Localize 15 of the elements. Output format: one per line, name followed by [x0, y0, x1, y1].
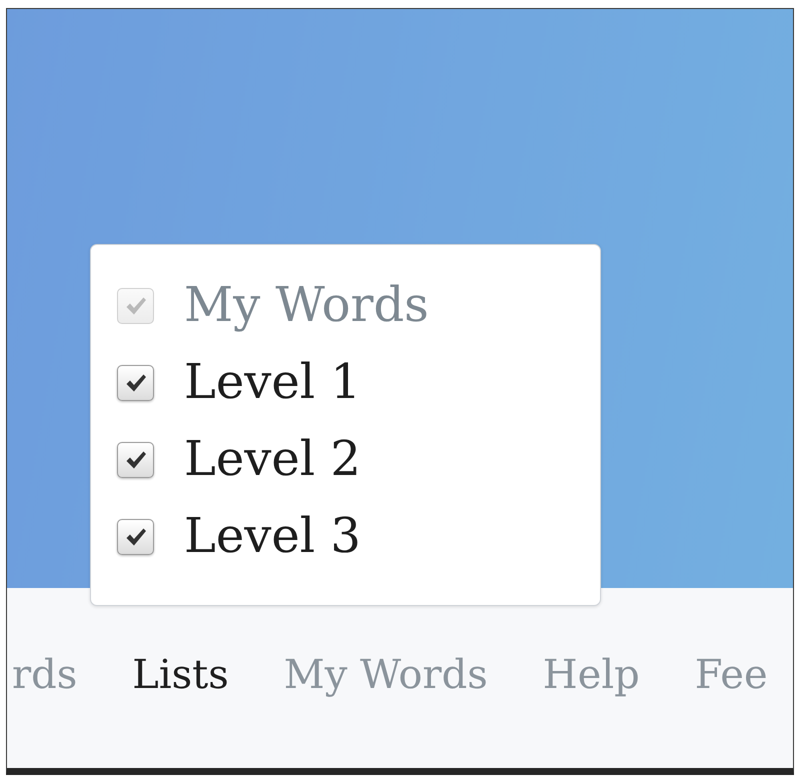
- checkmark-icon: [124, 372, 146, 392]
- checkbox[interactable]: [117, 364, 154, 400]
- checkbox-label[interactable]: Level 1: [184, 354, 361, 410]
- nav-link[interactable]: rds: [12, 651, 78, 699]
- nav-link[interactable]: Lists: [132, 651, 229, 699]
- checkbox[interactable]: [117, 442, 154, 478]
- checkbox-label[interactable]: Level 3: [184, 508, 361, 564]
- checkbox-label[interactable]: Level 2: [184, 432, 361, 488]
- checkmark-icon: [124, 296, 146, 316]
- nav-link[interactable]: Help: [542, 651, 640, 699]
- checkbox[interactable]: [117, 518, 154, 554]
- checkmark-icon: [124, 526, 146, 546]
- checkmark-icon: [124, 450, 146, 470]
- nav-link[interactable]: Fee: [694, 651, 768, 699]
- nav-link[interactable]: My Words: [284, 651, 488, 699]
